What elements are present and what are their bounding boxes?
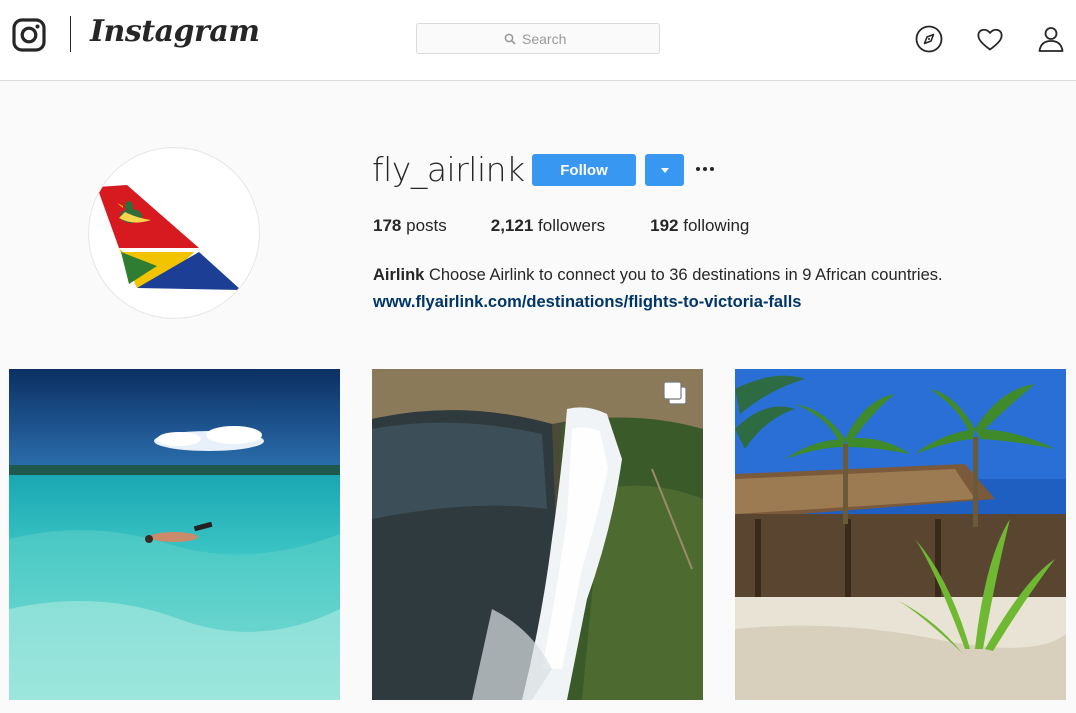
heart-icon[interactable]: [975, 24, 1005, 54]
posts-count: 178 posts: [373, 216, 447, 236]
follow-button[interactable]: Follow: [532, 154, 636, 186]
nav-divider: [70, 16, 71, 52]
following-link[interactable]: 192 following: [650, 216, 749, 236]
profile-avatar[interactable]: [88, 147, 260, 319]
followers-count-label: followers: [538, 216, 606, 235]
post-thumbnail[interactable]: [9, 369, 340, 700]
website-link[interactable]: www.flyairlink.com/destinations/flights-…: [373, 289, 943, 316]
profile-username: fly_airlink: [372, 150, 525, 189]
instagram-glyph-icon[interactable]: [12, 18, 46, 52]
profile-bio: Airlink Choose Airlink to connect you to…: [373, 262, 943, 316]
following-count-value: 192: [650, 216, 679, 235]
followers-link[interactable]: 2,121 followers: [491, 216, 605, 236]
more-options-icon[interactable]: [694, 158, 716, 180]
post-thumbnail[interactable]: [735, 369, 1066, 700]
followers-count-value: 2,121: [490, 216, 534, 235]
airlink-tail-logo: [97, 185, 241, 290]
profile-full-name: Airlink: [373, 266, 425, 284]
lagoon-photo: [9, 369, 340, 700]
bio-text: Choose Airlink to connect you to 36 dest…: [428, 266, 943, 284]
top-nav: Instagram: [0, 0, 1076, 81]
search-icon: [504, 33, 516, 45]
victoria-falls-photo: [372, 369, 703, 700]
search-box[interactable]: [416, 23, 660, 54]
lodge-palms-photo: [735, 369, 1066, 700]
chevron-down-icon: [660, 167, 669, 173]
posts-count-value: 178: [373, 216, 402, 235]
profile-stats: 178 posts 2,121 followers 192 following: [373, 216, 749, 236]
posts-count-label: posts: [406, 216, 447, 235]
instagram-wordmark[interactable]: Instagram: [90, 14, 260, 49]
search-input[interactable]: [522, 30, 572, 47]
carousel-multi-icon: [663, 381, 687, 405]
following-count-label: following: [683, 216, 750, 235]
suggestions-dropdown-button[interactable]: [645, 154, 684, 186]
profile-person-icon[interactable]: [1036, 24, 1066, 54]
explore-compass-icon[interactable]: [914, 24, 944, 54]
post-thumbnail[interactable]: [372, 369, 703, 700]
